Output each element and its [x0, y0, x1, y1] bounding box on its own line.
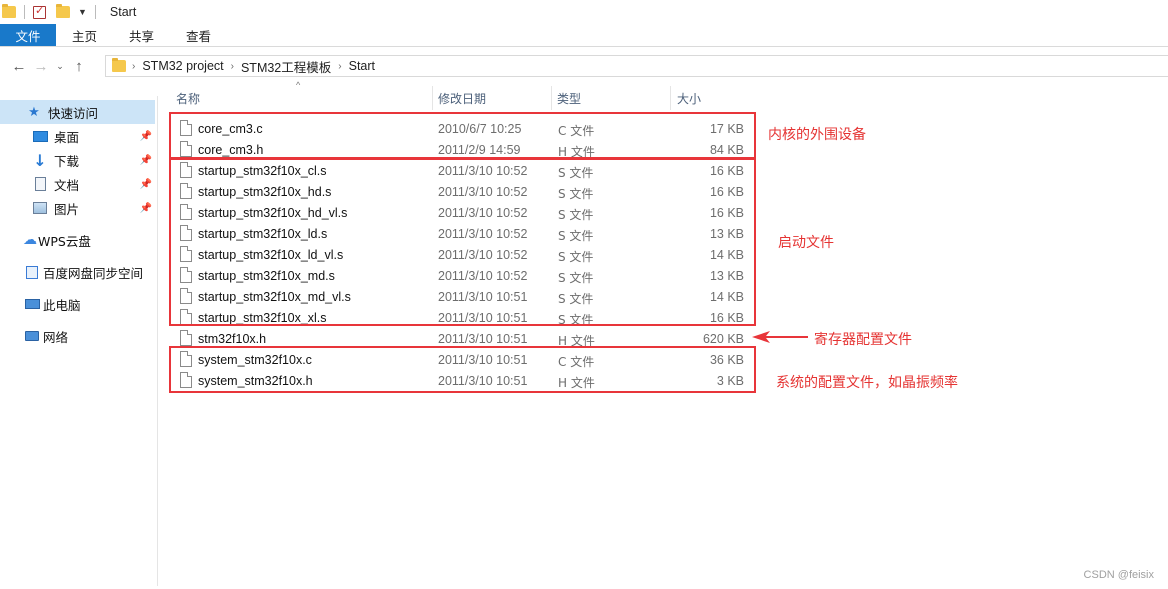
ribbon-tabs: 文件 主页 共享 查看: [0, 24, 1168, 47]
annotation-arrow-icon: [752, 331, 808, 343]
sidebar-item-pictures[interactable]: 图片 📌: [0, 196, 155, 220]
sidebar-item-label: 文档: [54, 177, 80, 193]
tab-home[interactable]: 主页: [56, 24, 113, 46]
star-icon: ★: [28, 104, 40, 120]
breadcrumb-start[interactable]: Start: [349, 59, 375, 73]
sidebar-item-desktop[interactable]: 桌面 📌: [0, 124, 155, 148]
column-header-date[interactable]: 修改日期: [438, 86, 548, 110]
sidebar-item-network[interactable]: 网络: [0, 324, 155, 348]
new-folder-icon[interactable]: [56, 4, 70, 18]
toolbar-divider: [24, 5, 25, 19]
back-arrow-icon[interactable]: ←: [8, 58, 30, 75]
annotation-core-label: 内核的外围设备: [768, 127, 866, 143]
tab-view[interactable]: 查看: [170, 24, 227, 46]
title-bar: ▼ Start: [0, 0, 1168, 24]
column-header-size[interactable]: 大小: [677, 86, 747, 110]
network-icon: [24, 329, 40, 343]
column-divider[interactable]: [670, 86, 671, 110]
navigation-bar: ← → ⌄ ↑ › STM32 project › STM32工程模板 › St…: [0, 48, 1168, 84]
tab-file[interactable]: 文件: [0, 24, 56, 46]
sidebar-item-downloads[interactable]: ↓ 下载 📌: [0, 148, 155, 172]
properties-icon[interactable]: [33, 4, 46, 19]
sidebar-item-wps-cloud[interactable]: ☁ WPS云盘: [0, 228, 155, 252]
breadcrumb-separator-icon[interactable]: ›: [231, 61, 234, 72]
toolbar-divider: [94, 5, 96, 19]
sidebar-item-label: 网络: [43, 329, 69, 345]
sidebar-item-documents[interactable]: 文档 📌: [0, 172, 155, 196]
recent-locations-chevron-icon[interactable]: ⌄: [52, 61, 68, 72]
file-icon: [180, 330, 192, 346]
cloud-icon: ☁: [23, 232, 37, 248]
column-divider[interactable]: [551, 86, 552, 110]
breadcrumb-separator-icon[interactable]: ›: [338, 61, 341, 72]
address-bar[interactable]: › STM32 project › STM32工程模板 › Start: [105, 55, 1168, 77]
folder-icon: [112, 58, 126, 72]
navigation-pane: ★ 快速访问 桌面 📌 ↓ 下载 📌 文档 📌 图片 📌 ☁ WPS云盘 百度网…: [0, 96, 158, 589]
pin-icon[interactable]: 📌: [140, 203, 152, 214]
column-header-name[interactable]: 名称: [176, 86, 430, 110]
annotation-register-label: 寄存器配置文件: [814, 332, 912, 348]
download-icon: ↓: [33, 150, 47, 170]
breadcrumb-stm32-template[interactable]: STM32工程模板: [241, 57, 331, 76]
column-divider[interactable]: [432, 86, 433, 110]
sidebar-item-baidu-netdisk[interactable]: 百度网盘同步空间: [0, 260, 155, 284]
breadcrumb-stm32-project[interactable]: STM32 project: [142, 59, 223, 73]
desktop-icon: [32, 129, 48, 143]
sidebar-item-label: 图片: [54, 201, 80, 217]
annotation-box-system: [169, 346, 756, 393]
sidebar-item-label: 桌面: [54, 129, 80, 145]
sidebar-item-label: 下载: [54, 153, 80, 169]
column-header-type[interactable]: 类型: [557, 86, 667, 110]
annotation-system-label: 系统的配置文件，如晶振频率: [776, 375, 958, 391]
sidebar-item-label: 此电脑: [43, 297, 81, 313]
pin-icon[interactable]: 📌: [140, 155, 152, 166]
document-icon: [32, 177, 48, 191]
breadcrumb-separator-icon[interactable]: ›: [132, 61, 135, 72]
picture-icon: [32, 201, 48, 215]
baidu-netdisk-icon: [24, 265, 40, 279]
pin-icon[interactable]: 📌: [140, 179, 152, 190]
watermark: CSDN @feisix: [1083, 569, 1154, 581]
pin-icon[interactable]: 📌: [140, 131, 152, 142]
file-name: stm32f10x.h: [198, 332, 267, 346]
sidebar-item-this-pc[interactable]: 此电脑: [0, 292, 155, 316]
up-arrow-icon[interactable]: ↑: [68, 58, 90, 75]
tab-share[interactable]: 共享: [113, 24, 170, 46]
window-title: Start: [109, 5, 137, 19]
folder-icon: [2, 4, 16, 18]
file-date: 2011/3/10 10:51: [438, 332, 528, 346]
forward-arrow-icon[interactable]: →: [30, 58, 52, 75]
sidebar-item-quick-access[interactable]: ★ 快速访问: [0, 100, 155, 124]
annotation-startup-label: 启动文件: [778, 235, 834, 251]
quick-access-toolbar: ▼: [0, 4, 104, 19]
sidebar-item-label: WPS云盘: [38, 233, 91, 249]
computer-icon: [24, 297, 40, 311]
pane-divider[interactable]: [157, 96, 158, 586]
sidebar-item-label: 快速访问: [48, 105, 99, 121]
annotation-box-core: [169, 112, 756, 159]
sidebar-item-label: 百度网盘同步空间: [43, 265, 144, 281]
annotation-box-startup: [169, 158, 756, 326]
file-size: 620 KB: [702, 332, 744, 346]
chevron-down-icon[interactable]: ▼: [78, 7, 87, 17]
